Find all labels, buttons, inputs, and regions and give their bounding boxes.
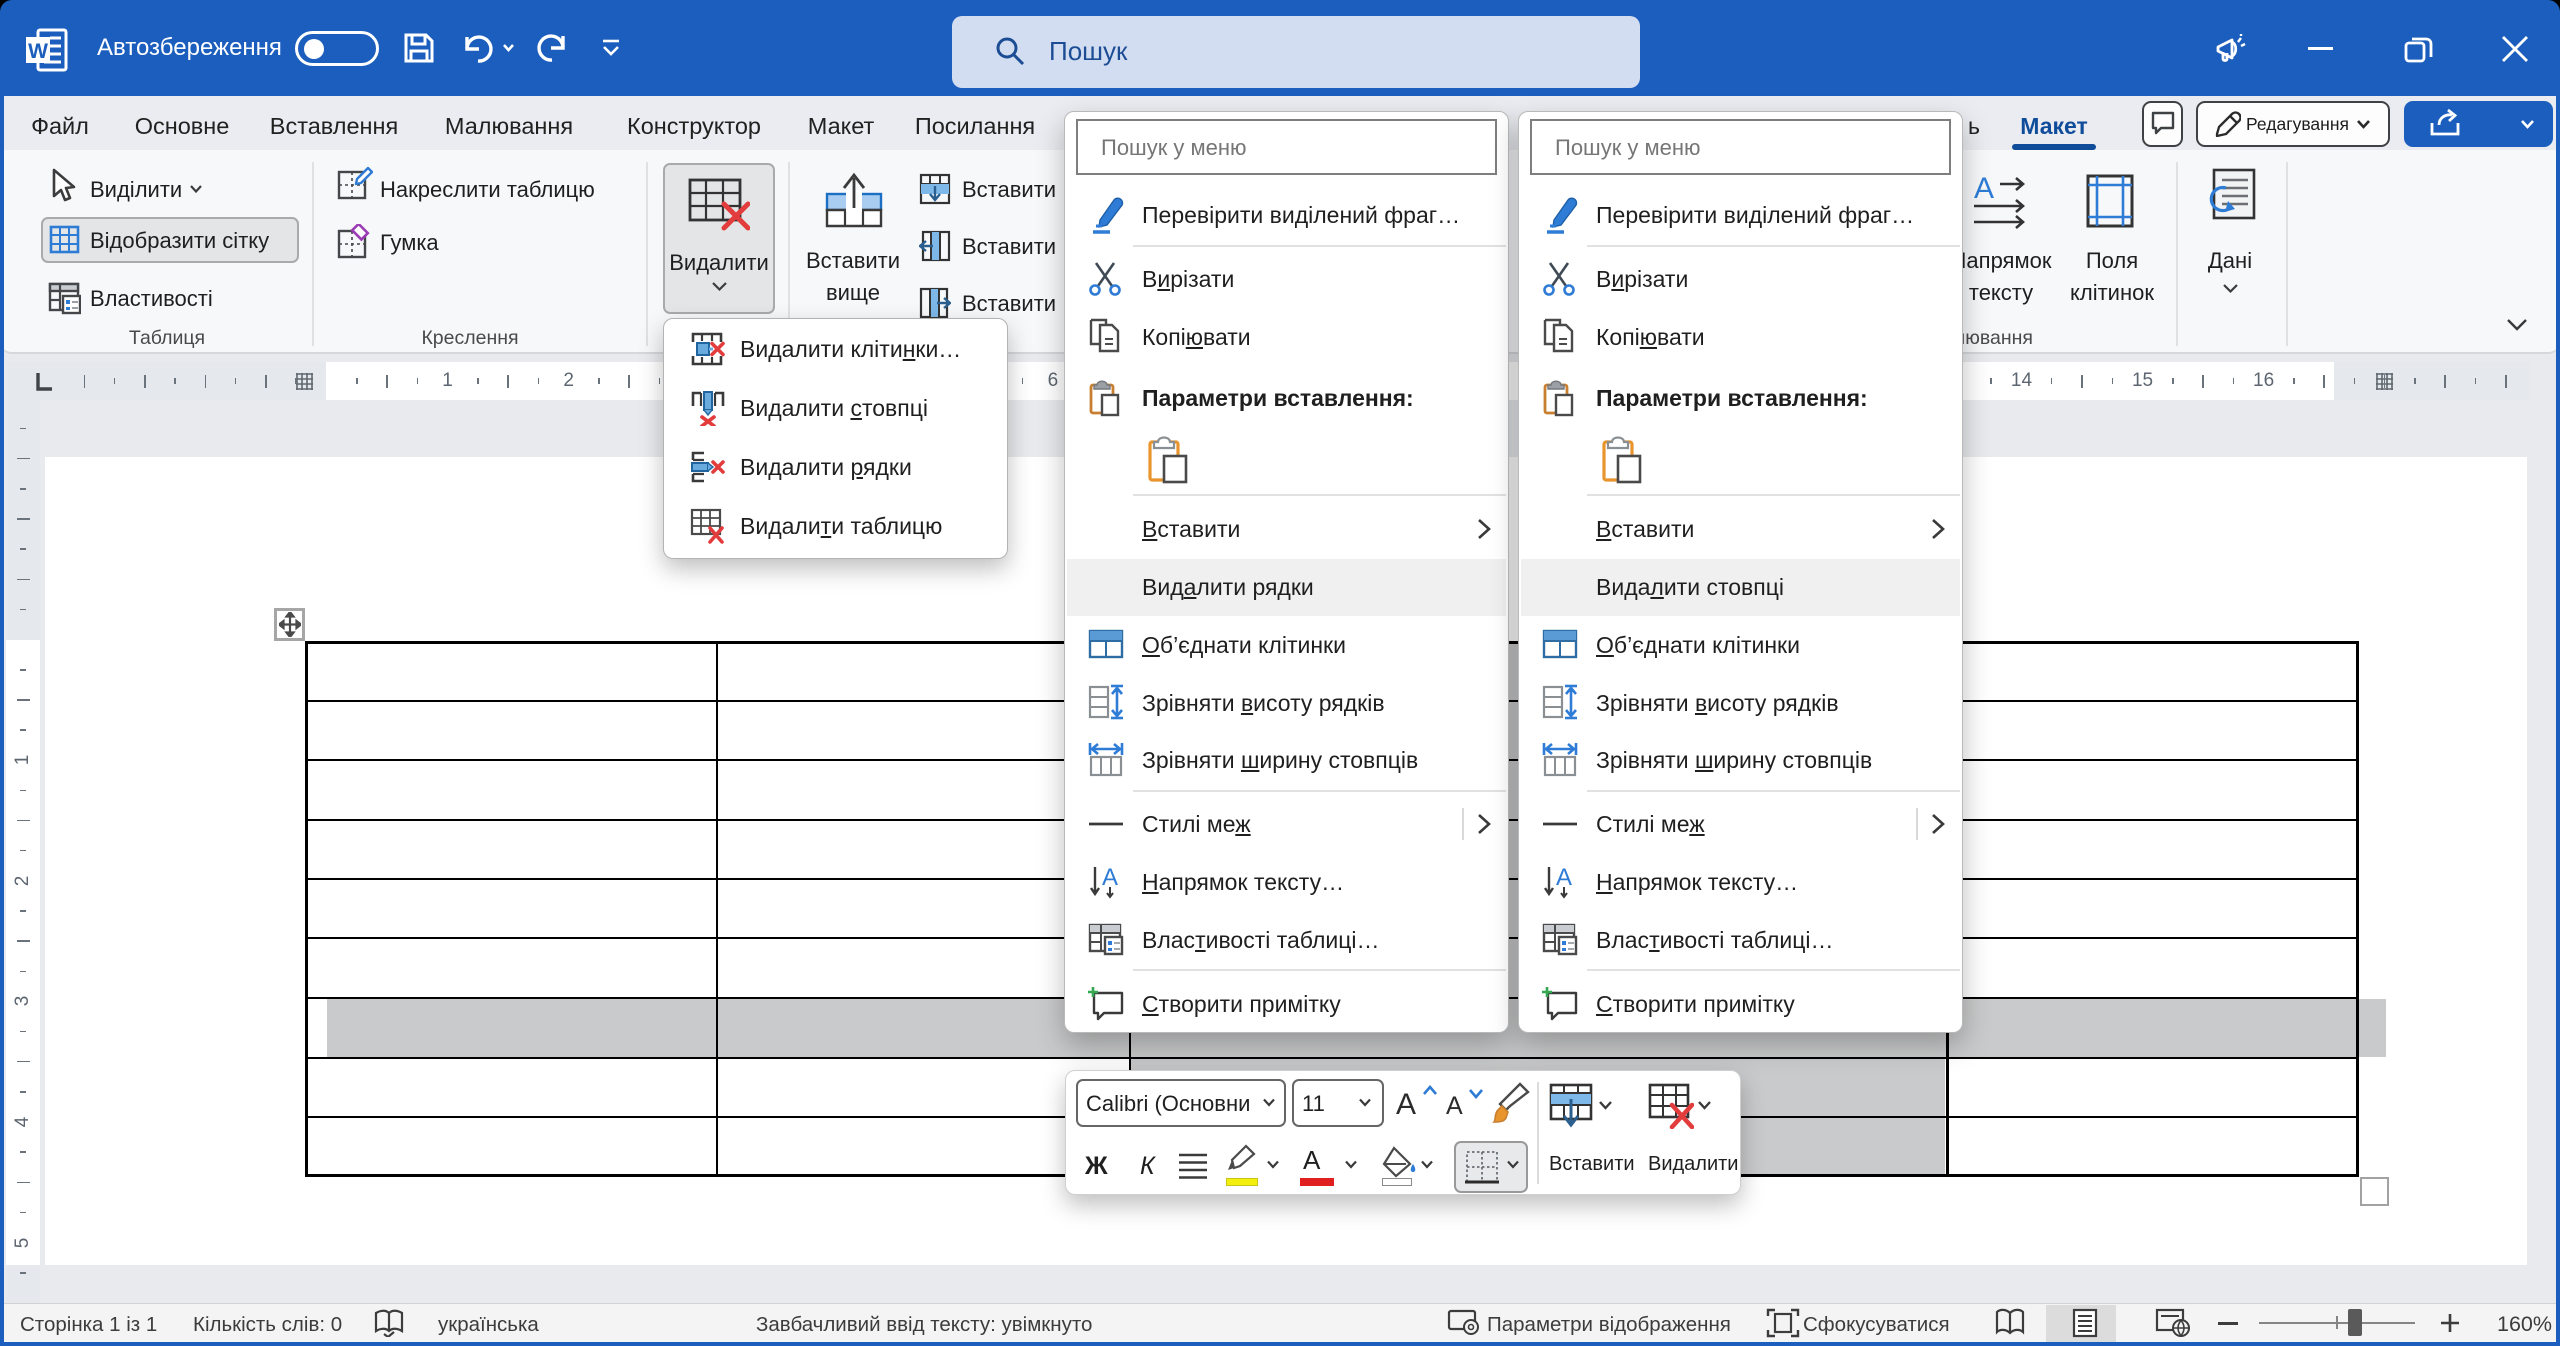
svg-text:А: А (1974, 172, 1994, 205)
svg-text:W: W (28, 40, 48, 63)
svg-text:A: A (1102, 864, 1118, 891)
svg-text:A: A (1556, 864, 1572, 891)
